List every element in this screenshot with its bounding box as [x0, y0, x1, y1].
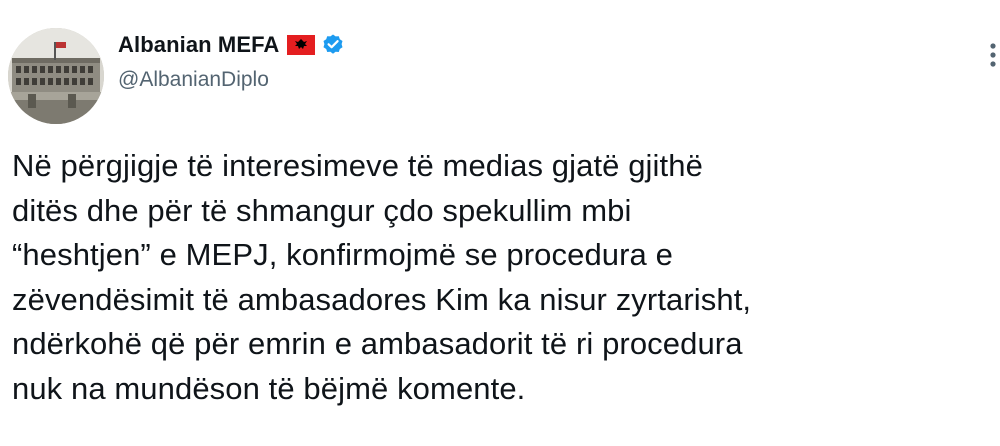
tweet-header: Albanian MEFA @AlbanianDiplo [118, 30, 345, 92]
more-options-icon[interactable] [982, 42, 996, 68]
verified-badge-icon [321, 33, 345, 57]
albania-flag-icon [287, 35, 316, 55]
building-photo [8, 28, 104, 124]
account-handle[interactable]: @AlbanianDiplo [118, 68, 345, 92]
name-row: Albanian MEFA [118, 30, 345, 60]
profile-avatar[interactable] [8, 28, 104, 124]
tweet-text: Në përgjigje të interesimeve të medias g… [12, 148, 752, 406]
display-name[interactable]: Albanian MEFA [118, 32, 279, 58]
